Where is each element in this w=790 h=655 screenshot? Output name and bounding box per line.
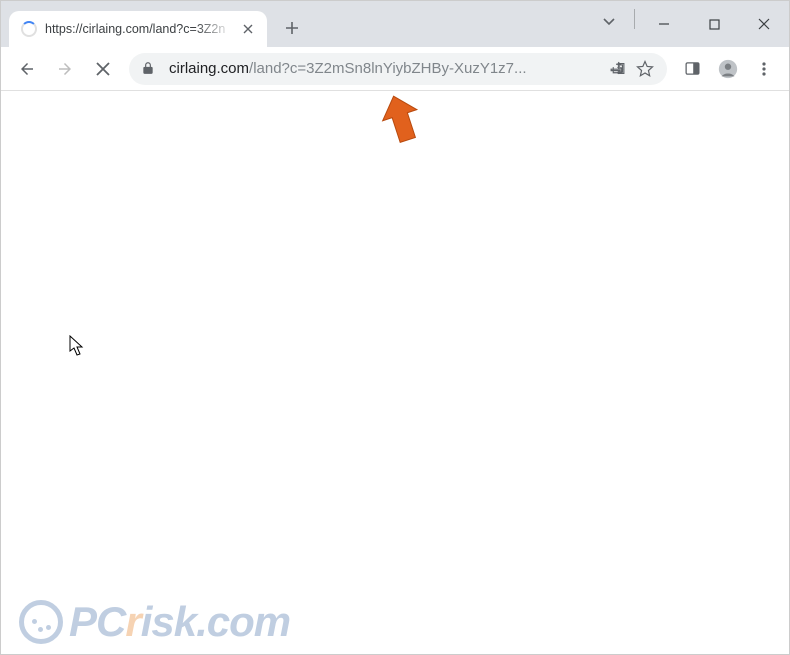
forward-button[interactable] bbox=[47, 51, 83, 87]
side-panel-button[interactable] bbox=[675, 52, 709, 86]
url-display: cirlaing.com/land?c=3Z2mSn8lnYiybZHBy-Xu… bbox=[169, 60, 603, 77]
toolbar: cirlaing.com/land?c=3Z2mSn8lnYiybZHBy-Xu… bbox=[1, 47, 789, 91]
url-path: /land?c=3Z2mSn8lnYiybZHBy-XuzY1z7... bbox=[249, 60, 527, 77]
loading-spinner-icon bbox=[21, 21, 37, 37]
page-content bbox=[1, 91, 789, 654]
separator bbox=[634, 9, 635, 29]
browser-window: https://cirlaing.com/land?c=3Z2n bbox=[1, 1, 789, 654]
titlebar: https://cirlaing.com/land?c=3Z2n bbox=[1, 1, 789, 47]
window-minimize-button[interactable] bbox=[639, 5, 689, 43]
share-button[interactable] bbox=[603, 55, 631, 83]
tab-search-button[interactable] bbox=[592, 5, 626, 39]
window-close-button[interactable] bbox=[739, 5, 789, 43]
bookmark-button[interactable] bbox=[631, 55, 659, 83]
window-maximize-button[interactable] bbox=[689, 5, 739, 43]
window-controls bbox=[592, 1, 789, 47]
back-button[interactable] bbox=[9, 51, 45, 87]
profile-button[interactable] bbox=[711, 52, 745, 86]
tab-strip: https://cirlaing.com/land?c=3Z2n bbox=[1, 1, 592, 47]
address-bar[interactable]: cirlaing.com/land?c=3Z2mSn8lnYiybZHBy-Xu… bbox=[129, 53, 667, 85]
url-host: cirlaing.com bbox=[169, 60, 249, 77]
lock-icon[interactable] bbox=[141, 61, 157, 77]
tab-close-button[interactable] bbox=[239, 20, 257, 38]
menu-button[interactable] bbox=[747, 52, 781, 86]
stop-reload-button[interactable] bbox=[85, 51, 121, 87]
tab-active[interactable]: https://cirlaing.com/land?c=3Z2n bbox=[9, 11, 267, 47]
tab-title: https://cirlaing.com/land?c=3Z2n bbox=[45, 22, 233, 36]
new-tab-button[interactable] bbox=[277, 13, 307, 43]
